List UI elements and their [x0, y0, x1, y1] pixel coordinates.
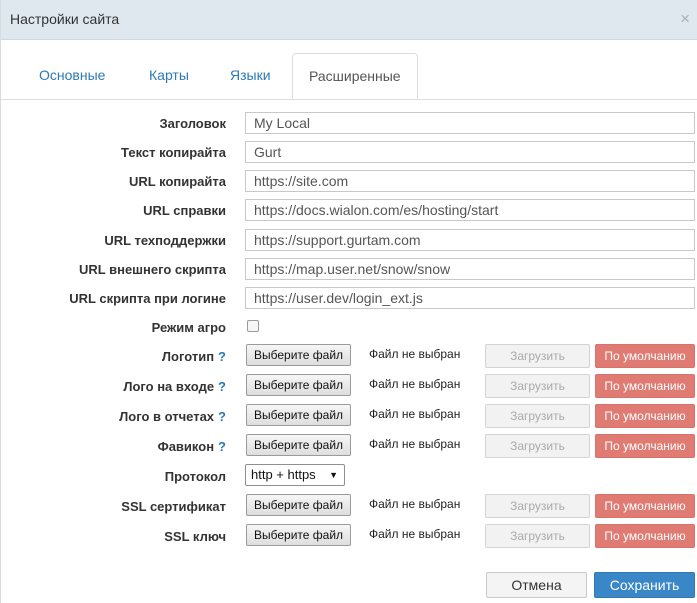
- favicon-default-button[interactable]: По умолчанию: [595, 434, 695, 458]
- report-logo-upload-button[interactable]: Загрузить: [485, 404, 590, 428]
- field-row-external-script-url: URL внешнего скрипта: [1, 257, 697, 281]
- logo-default-button[interactable]: По умолчанию: [595, 344, 695, 368]
- ssl-key-default-button[interactable]: По умолчанию: [595, 524, 695, 548]
- logo-file-status: Файл не выбран: [369, 347, 461, 361]
- file-row-login-logo: Лого на входе? Выберите файл Файл не выб…: [1, 374, 697, 398]
- logo-upload-button[interactable]: Загрузить: [485, 344, 590, 368]
- file-row-favicon: Фавикон? Выберите файл Файл не выбран За…: [1, 434, 697, 458]
- file-row-ssl-key: SSL ключ Выберите файл Файл не выбран За…: [1, 524, 697, 548]
- file-row-logo: Логотип? Выберите файл Файл не выбран За…: [1, 344, 697, 368]
- ssl-key-choose-file-button[interactable]: Выберите файл: [246, 524, 352, 546]
- report-logo-default-button[interactable]: По умолчанию: [595, 404, 695, 428]
- ssl-cert-file-status: Файл не выбран: [369, 497, 461, 511]
- tab-general[interactable]: Основные: [39, 53, 105, 98]
- copyright-url-input[interactable]: [245, 170, 695, 192]
- favicon-label: Фавикон?: [157, 439, 226, 454]
- favicon-upload-button[interactable]: Загрузить: [485, 434, 590, 458]
- support-url-input[interactable]: [245, 229, 695, 251]
- ssl-cert-label: SSL сертификат: [121, 499, 226, 514]
- ssl-key-label: SSL ключ: [164, 529, 226, 544]
- login-logo-choose-file-button[interactable]: Выберите файл: [246, 374, 352, 396]
- login-script-url-label: URL скрипта при логине: [69, 291, 226, 306]
- logo-help-icon[interactable]: ?: [218, 349, 226, 364]
- report-logo-label: Лого в отчетах?: [119, 409, 226, 424]
- help-url-input[interactable]: [245, 199, 695, 221]
- external-script-url-label: URL внешнего скрипта: [79, 262, 226, 277]
- login-script-url-input[interactable]: [245, 287, 695, 309]
- dialog-title: Настройки сайта: [10, 11, 120, 27]
- favicon-file-status: Файл не выбран: [369, 437, 461, 451]
- help-url-label: URL справки: [143, 203, 226, 218]
- favicon-choose-file-button[interactable]: Выберите файл: [246, 434, 352, 456]
- favicon-help-icon[interactable]: ?: [218, 439, 226, 454]
- external-script-url-input[interactable]: [245, 258, 695, 280]
- copyright-text-label: Текст копирайта: [121, 145, 226, 160]
- report-logo-help-icon[interactable]: ?: [218, 409, 226, 424]
- chevron-down-icon: ▼: [329, 470, 338, 480]
- ssl-key-file-status: Файл не выбран: [369, 527, 461, 541]
- login-logo-label: Лого на входе?: [123, 379, 226, 394]
- field-row-copyright-url: URL копирайта: [1, 169, 697, 193]
- report-logo-file-status: Файл не выбран: [369, 407, 461, 421]
- ssl-cert-choose-file-button[interactable]: Выберите файл: [246, 494, 352, 516]
- file-row-ssl-cert: SSL сертификат Выберите файл Файл не выб…: [1, 494, 697, 518]
- tab-languages[interactable]: Языки: [230, 53, 271, 98]
- protocol-select[interactable]: http + https ▼: [245, 464, 345, 486]
- field-row-protocol: Протокол http + https ▼: [1, 464, 697, 488]
- site-settings-dialog: Настройки сайта × Основные Карты Языки Р…: [0, 0, 697, 603]
- save-button[interactable]: Сохранить: [594, 572, 695, 598]
- title-input[interactable]: [245, 112, 695, 134]
- ssl-cert-default-button[interactable]: По умолчанию: [595, 494, 695, 518]
- file-row-report-logo: Лого в отчетах? Выберите файл Файл не вы…: [1, 404, 697, 428]
- tab-bar: Основные Карты Языки Расширенные: [1, 53, 697, 100]
- title-label: Заголовок: [159, 116, 226, 131]
- ssl-key-upload-button[interactable]: Загрузить: [485, 524, 590, 548]
- tab-advanced[interactable]: Расширенные: [292, 53, 418, 99]
- close-icon[interactable]: ×: [680, 9, 690, 29]
- field-row-help-url: URL справки: [1, 198, 697, 222]
- tab-maps[interactable]: Карты: [149, 53, 189, 98]
- login-logo-upload-button[interactable]: Загрузить: [485, 374, 590, 398]
- field-row-support-url: URL техподдержки: [1, 228, 697, 252]
- cancel-button[interactable]: Отмена: [486, 572, 587, 598]
- copyright-url-label: URL копирайта: [129, 174, 226, 189]
- agro-mode-label: Режим агро: [151, 320, 226, 335]
- login-logo-file-status: Файл не выбран: [369, 377, 461, 391]
- support-url-label: URL техподдержки: [104, 233, 226, 248]
- protocol-label: Протокол: [164, 469, 226, 484]
- agro-mode-checkbox[interactable]: [247, 320, 259, 332]
- logo-choose-file-button[interactable]: Выберите файл: [246, 344, 352, 366]
- login-logo-default-button[interactable]: По умолчанию: [595, 374, 695, 398]
- field-row-agro-mode: Режим агро: [1, 315, 697, 339]
- field-row-copyright-text: Текст копирайта: [1, 140, 697, 164]
- copyright-text-input[interactable]: [245, 141, 695, 163]
- field-row-login-script-url: URL скрипта при логине: [1, 286, 697, 310]
- login-logo-help-icon[interactable]: ?: [218, 379, 226, 394]
- logo-label: Логотип?: [161, 349, 226, 364]
- ssl-cert-upload-button[interactable]: Загрузить: [485, 494, 590, 518]
- report-logo-choose-file-button[interactable]: Выберите файл: [246, 404, 352, 426]
- field-row-title: Заголовок: [1, 111, 697, 135]
- dialog-titlebar: Настройки сайта ×: [1, 0, 697, 40]
